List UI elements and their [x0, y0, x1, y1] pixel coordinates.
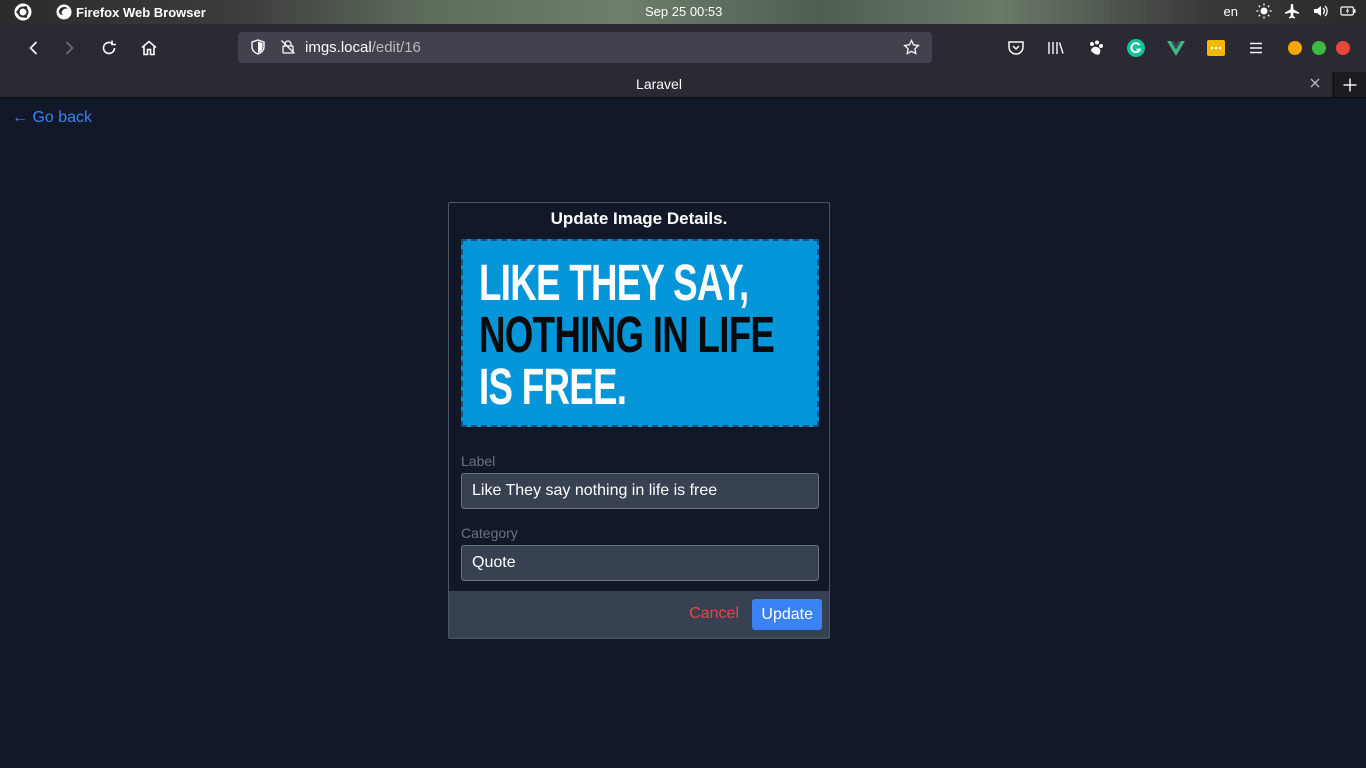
airplane-mode-icon	[1285, 4, 1299, 19]
close-tab-icon[interactable]	[1308, 76, 1322, 90]
card-footer: Cancel Update	[449, 591, 829, 638]
insecure-connection-icon[interactable]	[280, 39, 296, 55]
night-light-icon	[1256, 3, 1272, 19]
active-app-menu[interactable]: Firefox Web Browser	[56, 4, 206, 20]
close-window-button[interactable]	[1336, 41, 1350, 55]
arrow-right-icon	[65, 41, 74, 55]
image-text-line-1: LIKE THEY SAY,	[479, 254, 749, 311]
category-input[interactable]	[461, 545, 819, 581]
system-top-bar: Firefox Web Browser Sep 25 00:53 en	[0, 0, 1366, 24]
browser-toolbar: imgs.local/edit/16	[0, 24, 1366, 72]
forward-button[interactable]	[59, 38, 79, 58]
url-host: imgs.local	[305, 39, 372, 56]
reload-icon	[102, 40, 116, 55]
cancel-button[interactable]: Cancel	[689, 605, 739, 623]
minimize-window-button[interactable]	[1288, 41, 1302, 55]
tab-title: Laravel	[636, 76, 682, 92]
address-bar[interactable]: imgs.local/edit/16	[238, 32, 932, 63]
home-icon	[141, 40, 157, 56]
grammarly-icon[interactable]	[1126, 38, 1146, 58]
image-preview-dropzone[interactable]: LIKE THEY SAY, NOTHING IN LIFE IS FREE.	[461, 239, 819, 427]
tab-strip: Laravel	[0, 72, 1366, 98]
card-title: Update Image Details.	[550, 209, 728, 228]
label-field-label: Label	[461, 453, 496, 469]
plus-icon	[1343, 78, 1357, 92]
system-tray[interactable]: en	[1224, 3, 1356, 19]
update-button[interactable]: Update	[752, 599, 822, 630]
hamburger-menu-icon[interactable]	[1246, 38, 1266, 58]
home-button[interactable]	[139, 38, 159, 58]
image-text-line-2: NOTHING IN LIFE	[479, 306, 775, 363]
volume-icon	[1314, 5, 1328, 17]
bookmark-star-icon[interactable]	[903, 39, 920, 56]
label-input[interactable]	[461, 473, 819, 509]
tab-laravel[interactable]: Laravel	[0, 72, 1332, 97]
category-field-label: Category	[461, 525, 518, 541]
keyboard-language[interactable]: en	[1224, 4, 1238, 19]
update-image-card: Update Image Details. LIKE THEY SAY, NOT…	[448, 202, 830, 639]
extension-paw-icon[interactable]	[1086, 38, 1106, 58]
firefox-icon	[56, 4, 72, 20]
tracking-protection-shield-icon[interactable]	[250, 39, 266, 55]
active-app-name: Firefox Web Browser	[76, 4, 206, 20]
vue-devtools-icon[interactable]	[1166, 38, 1186, 58]
arrow-left-icon	[29, 41, 38, 55]
battery-icon	[1340, 6, 1356, 16]
image-text-line-3: IS FREE.	[479, 358, 627, 415]
system-clock[interactable]: Sep 25 00:53	[645, 4, 722, 19]
go-back-link[interactable]: ← Go back	[12, 109, 92, 127]
new-tab-button[interactable]	[1333, 72, 1366, 97]
url-text[interactable]: imgs.local/edit/16	[305, 39, 421, 56]
reload-button[interactable]	[99, 38, 119, 58]
url-path: /edit/16	[371, 39, 421, 56]
pocket-icon[interactable]	[1006, 38, 1026, 58]
extension-yellow-icon[interactable]	[1206, 38, 1226, 58]
ubuntu-activities-icon[interactable]	[14, 3, 32, 21]
maximize-window-button[interactable]	[1312, 41, 1326, 55]
back-button[interactable]	[24, 38, 44, 58]
library-icon[interactable]	[1046, 38, 1066, 58]
